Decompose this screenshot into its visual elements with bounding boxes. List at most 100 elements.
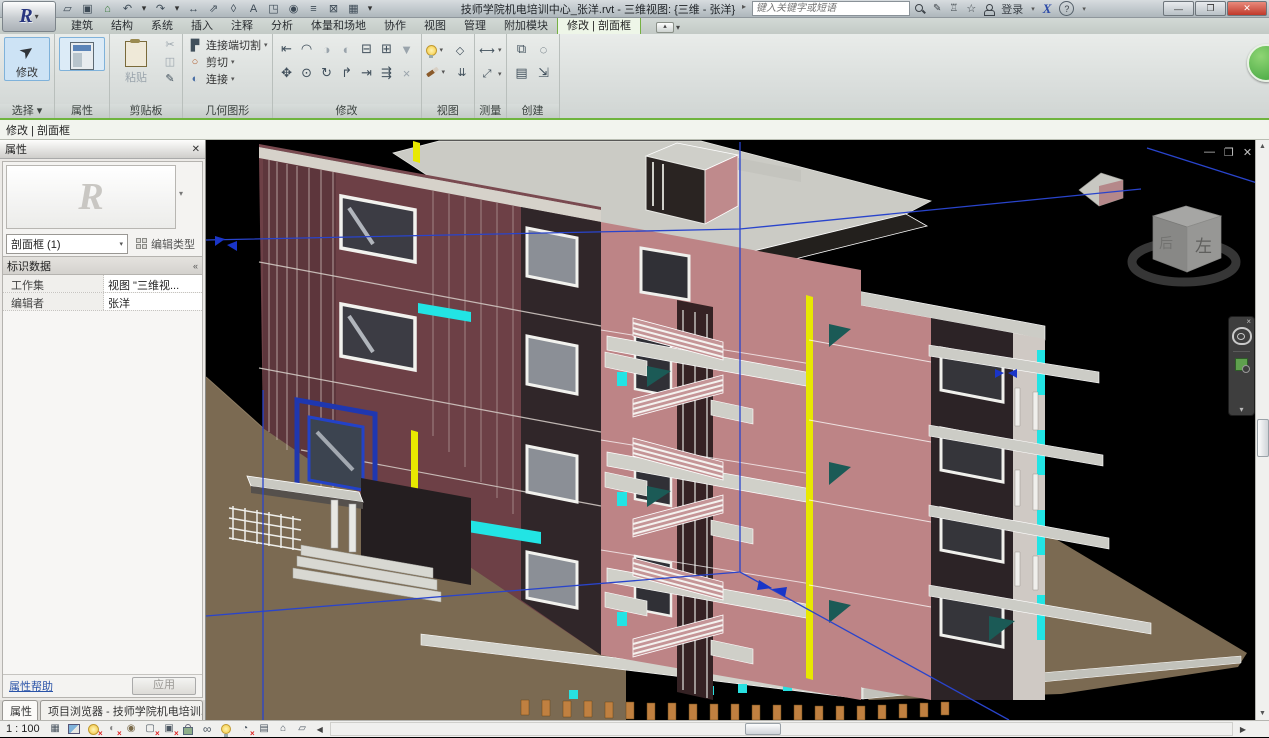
help-icon[interactable]: ? <box>1059 1 1074 16</box>
sign-in-label[interactable]: 登录 <box>1001 1 1023 17</box>
visual-style-icon[interactable] <box>67 723 82 736</box>
rotate-icon[interactable]: ↻ <box>317 64 336 83</box>
text-icon[interactable]: A <box>246 2 261 16</box>
apply-button[interactable]: 应用 <box>132 677 196 695</box>
aligned-dimension-icon[interactable]: ↔ <box>186 2 201 16</box>
3d-model-view[interactable]: 左 后 <box>206 140 1255 720</box>
horizontal-scroll-thumb[interactable] <box>745 723 781 735</box>
section-icon[interactable]: ⇗ <box>206 2 221 16</box>
panel-label-select[interactable]: 选择 ▾ <box>0 104 54 118</box>
search-icon[interactable] <box>915 4 925 14</box>
shadows-icon[interactable]: ◐× <box>105 723 120 736</box>
create-assembly-icon[interactable]: ▤ <box>512 64 531 83</box>
vertical-scroll-thumb[interactable] <box>1257 419 1269 457</box>
tab-manage[interactable]: 管理 <box>455 16 495 34</box>
match-type-icon[interactable]: ✎ <box>162 71 178 86</box>
communication-badge-icon[interactable] <box>1247 44 1269 82</box>
restore-button[interactable]: ❐ <box>1195 1 1226 16</box>
tab-properties-palette[interactable]: 属性 <box>2 700 38 720</box>
save-icon[interactable]: ▣ <box>80 2 95 16</box>
preview-dropdown-icon[interactable]: ▾ <box>179 189 183 198</box>
align-icon[interactable]: ⇤ <box>277 40 296 59</box>
palette-header[interactable]: 属性 ✕ <box>0 140 205 159</box>
tab-addins[interactable]: 附加模块 <box>495 16 557 34</box>
tab-systems[interactable]: 系统 <box>142 16 182 34</box>
displacement-sets-icon[interactable]: ▱ <box>295 723 310 736</box>
split-gap-icon[interactable]: ⊞ <box>377 40 396 59</box>
tab-project-browser[interactable]: 项目浏览器 - 技师学院机电培训... <box>40 700 203 720</box>
undo-dropdown-icon[interactable]: ▾ <box>140 2 148 16</box>
temporary-view-properties-icon[interactable]: ▤ <box>257 723 272 736</box>
undo-icon[interactable]: ↶ <box>120 2 135 16</box>
hscroll-left-icon[interactable]: ◀ <box>314 725 326 734</box>
redo-dropdown-icon[interactable]: ▾ <box>173 2 181 16</box>
measure-button[interactable]: ⟷▾ <box>479 42 502 58</box>
open-icon[interactable]: ▱ <box>60 2 75 16</box>
view-minimize-icon[interactable]: — <box>1204 146 1215 159</box>
trim-multiple-icon[interactable]: ⇶ <box>377 64 396 83</box>
tag-icon[interactable]: ◊ <box>226 2 241 16</box>
minimize-button[interactable]: — <box>1163 1 1194 16</box>
create-group-icon[interactable]: ⧉ <box>512 40 531 59</box>
tab-collaborate[interactable]: 协作 <box>375 16 415 34</box>
default-3d-view-icon[interactable]: ◳ <box>266 2 281 16</box>
close-hidden-windows-icon[interactable]: ⊠ <box>326 2 341 16</box>
close-button[interactable]: ✕ <box>1227 1 1267 16</box>
switch-windows-icon[interactable]: ▦ <box>346 2 361 16</box>
favorites-star-icon[interactable]: ☆ <box>966 2 976 15</box>
pin-icon[interactable]: ▼ <box>397 40 416 59</box>
copy-icon[interactable]: ⊙ <box>297 64 316 83</box>
group-collapse-icon[interactable]: « <box>193 261 198 271</box>
render-icon[interactable]: ◉ <box>286 2 301 16</box>
cut-geometry-button[interactable]: ○剪切▾ <box>187 54 235 70</box>
workset-row[interactable]: 工作集 视图 "三维视... <box>3 275 202 293</box>
join-end-cut-button[interactable]: ▛连接端切割▾ <box>187 37 268 53</box>
tab-view[interactable]: 视图 <box>415 16 455 34</box>
view-restore-icon[interactable]: ❐ <box>1224 146 1234 159</box>
create-parts-icon[interactable]: ⇲ <box>534 64 553 83</box>
properties-help-link[interactable]: 属性帮助 <box>9 678 53 694</box>
tab-insert[interactable]: 插入 <box>182 16 222 34</box>
mirror-axis-icon[interactable]: ◑ <box>317 40 336 59</box>
viewcube[interactable]: 左 后 <box>1132 206 1236 282</box>
crop-region-icon[interactable]: ▣× <box>162 723 177 736</box>
paste-button[interactable]: 粘贴 <box>114 37 158 85</box>
move-icon[interactable]: ✥ <box>277 64 296 83</box>
editor-row[interactable]: 编辑者 张洋 <box>3 293 202 311</box>
horizontal-scrollbar[interactable] <box>330 722 1233 736</box>
tab-structure[interactable]: 结构 <box>102 16 142 34</box>
tab-massing-site[interactable]: 体量和场地 <box>302 16 375 34</box>
search-input[interactable] <box>752 1 910 16</box>
tab-annotate[interactable]: 注释 <box>222 16 262 34</box>
view-close-icon[interactable]: ✕ <box>1243 146 1252 159</box>
delete-icon[interactable]: × <box>397 64 416 83</box>
subscription-icon[interactable]: ✎ <box>933 3 941 14</box>
hscroll-right-icon[interactable]: ▶ <box>1237 725 1249 734</box>
ribbon-collapse-button[interactable]: ▴▾ <box>651 21 685 34</box>
override-graphics-button[interactable]: ▾⇊ <box>426 64 471 80</box>
join-geometry-button[interactable]: ◐连接▾ <box>187 71 235 87</box>
lock-view-icon[interactable] <box>181 723 196 736</box>
render-dialog-icon[interactable]: ◉ <box>124 723 139 736</box>
reveal-hidden-icon[interactable] <box>219 723 234 736</box>
sign-in-icon[interactable] <box>984 4 993 14</box>
identity-data-group[interactable]: 标识数据 « <box>3 256 202 275</box>
dimension-button[interactable]: ⤢▾ <box>479 66 502 82</box>
split-icon[interactable]: ⊟ <box>357 40 376 59</box>
palette-close-icon[interactable]: ✕ <box>192 144 200 155</box>
infocenter-expand-icon[interactable]: ▸ <box>742 2 746 11</box>
sync-icon[interactable]: ⌂ <box>100 2 115 16</box>
exchange-apps-icon[interactable]: X <box>1043 1 1052 17</box>
trim-extend-icon[interactable]: ↱ <box>337 64 356 83</box>
steering-wheel-icon[interactable] <box>1232 327 1252 345</box>
drawing-area[interactable]: 左 后 — ❐ ✕ × ▾ <box>206 140 1255 720</box>
application-menu-button[interactable]: R▾ <box>2 1 56 32</box>
vertical-scrollbar[interactable]: ▲ ▼ <box>1255 140 1269 720</box>
offset-icon[interactable]: ◠ <box>297 40 316 59</box>
copy-to-clipboard-icon[interactable]: ◫ <box>162 54 178 69</box>
navbar-expand-icon[interactable]: ▾ <box>1239 405 1243 414</box>
navbar-close-icon[interactable]: × <box>1246 319 1251 325</box>
signin-dropdown-icon[interactable]: ▾ <box>1031 5 1035 13</box>
sun-path-icon[interactable]: × <box>86 723 101 736</box>
analytical-model-icon[interactable]: ⌂ <box>276 723 291 736</box>
